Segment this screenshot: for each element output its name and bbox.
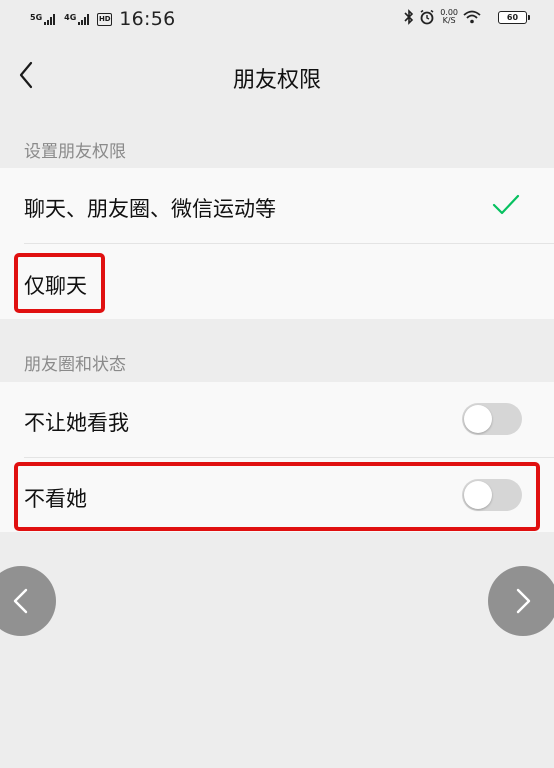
toggle-label: 不让她看我	[24, 411, 129, 435]
hd-icon: HD	[97, 12, 113, 26]
status-bar-left: 5G 4G HD 16:56	[30, 8, 176, 30]
signal-5g-icon: 5G	[30, 12, 56, 25]
bluetooth-icon	[404, 9, 414, 25]
option-label: 聊天、朋友圈、微信运动等	[24, 197, 276, 221]
highlight-box-hide-her	[14, 462, 540, 531]
alarm-icon	[420, 9, 434, 25]
network-speed: 0.00 K/S	[440, 9, 458, 25]
page-title: 朋友权限	[232, 68, 321, 93]
chevron-left-icon	[13, 588, 28, 614]
network-speed-unit: K/S	[442, 16, 456, 25]
section-label-moments: 朋友圈和状态	[24, 355, 126, 375]
hide-my-posts-switch[interactable]	[462, 403, 522, 435]
chevron-right-icon	[516, 588, 531, 614]
signal-4g-label: 4G	[64, 12, 77, 22]
prev-image-button[interactable]	[0, 566, 56, 636]
battery-level: 60	[498, 10, 527, 24]
signal-5g-label: 5G	[30, 12, 43, 22]
next-image-button[interactable]	[488, 566, 554, 636]
clock: 16:56	[119, 8, 176, 30]
nav-bar: 朋友权限	[0, 40, 554, 110]
checkmark-icon	[492, 194, 520, 215]
highlight-box-chat-only	[14, 253, 105, 313]
section-label-permissions: 设置朋友权限	[24, 142, 126, 162]
battery-icon: 60	[498, 10, 530, 24]
toggle-row-hide-my-posts: 不让她看我	[0, 382, 554, 458]
status-bar: 5G 4G HD 16:56 0.00 K/S 60	[0, 0, 554, 40]
wifi-icon	[463, 10, 481, 24]
signal-4g-icon: 4G	[64, 12, 90, 25]
status-bar-right: 0.00 K/S 60	[404, 9, 530, 25]
option-chat-moments-sports[interactable]: 聊天、朋友圈、微信运动等	[0, 168, 554, 244]
